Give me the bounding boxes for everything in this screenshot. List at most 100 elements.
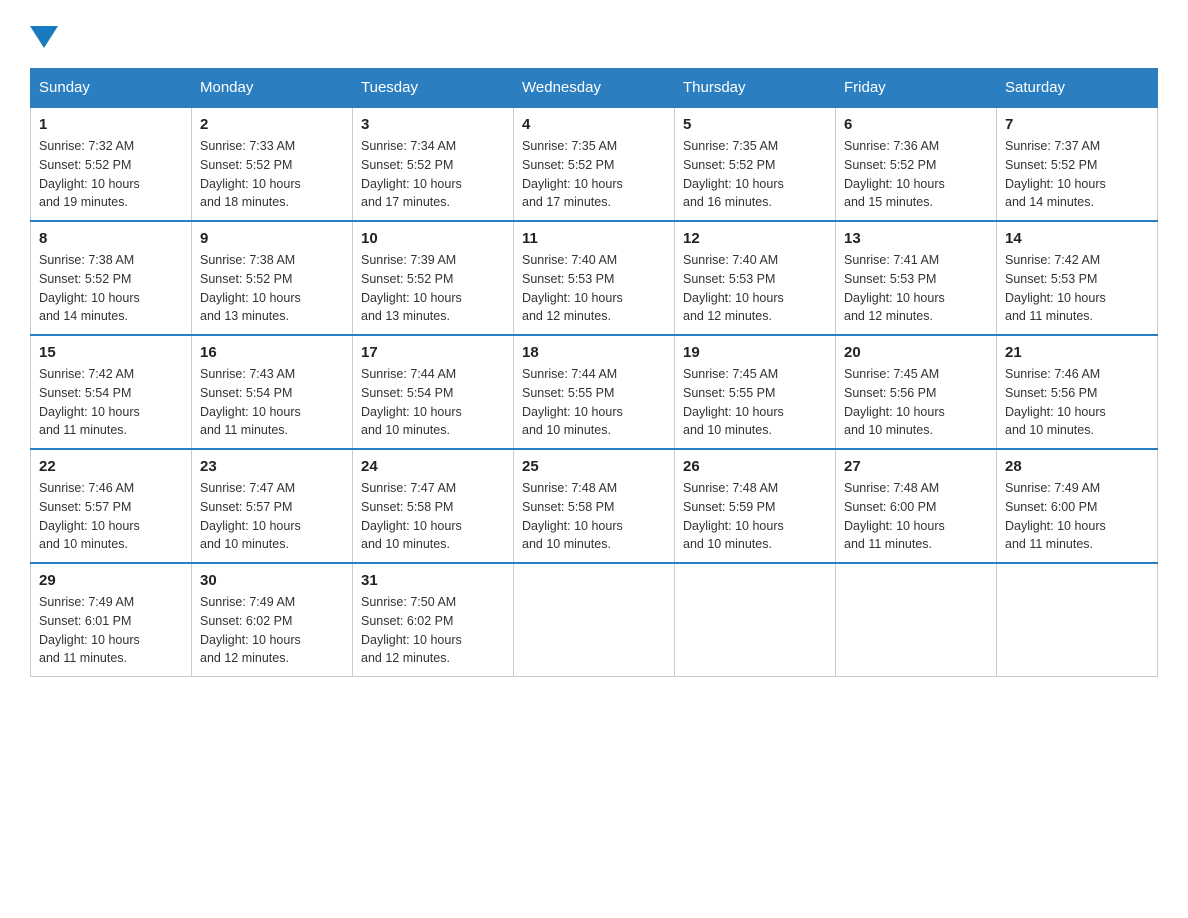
day-number: 9 <box>200 230 344 247</box>
column-header-wednesday: Wednesday <box>514 69 675 108</box>
calendar-cell: 19 Sunrise: 7:45 AMSunset: 5:55 PMDaylig… <box>675 335 836 449</box>
day-info: Sunrise: 7:50 AMSunset: 6:02 PMDaylight:… <box>361 595 462 665</box>
day-number: 11 <box>522 230 666 247</box>
day-number: 18 <box>522 344 666 361</box>
calendar-cell: 3 Sunrise: 7:34 AMSunset: 5:52 PMDayligh… <box>353 107 514 221</box>
day-number: 8 <box>39 230 183 247</box>
calendar-cell: 30 Sunrise: 7:49 AMSunset: 6:02 PMDaylig… <box>192 563 353 677</box>
calendar-cell: 12 Sunrise: 7:40 AMSunset: 5:53 PMDaylig… <box>675 221 836 335</box>
calendar-cell: 2 Sunrise: 7:33 AMSunset: 5:52 PMDayligh… <box>192 107 353 221</box>
day-number: 28 <box>1005 458 1149 475</box>
day-info: Sunrise: 7:33 AMSunset: 5:52 PMDaylight:… <box>200 139 301 209</box>
day-number: 7 <box>1005 116 1149 133</box>
day-info: Sunrise: 7:49 AMSunset: 6:01 PMDaylight:… <box>39 595 140 665</box>
day-number: 6 <box>844 116 988 133</box>
day-number: 19 <box>683 344 827 361</box>
calendar-cell: 16 Sunrise: 7:43 AMSunset: 5:54 PMDaylig… <box>192 335 353 449</box>
calendar-table: SundayMondayTuesdayWednesdayThursdayFrid… <box>30 68 1158 677</box>
day-number: 31 <box>361 572 505 589</box>
calendar-cell: 11 Sunrise: 7:40 AMSunset: 5:53 PMDaylig… <box>514 221 675 335</box>
calendar-cell <box>836 563 997 677</box>
day-info: Sunrise: 7:44 AMSunset: 5:54 PMDaylight:… <box>361 367 462 437</box>
day-info: Sunrise: 7:47 AMSunset: 5:57 PMDaylight:… <box>200 481 301 551</box>
calendar-cell: 7 Sunrise: 7:37 AMSunset: 5:52 PMDayligh… <box>997 107 1158 221</box>
day-number: 5 <box>683 116 827 133</box>
calendar-cell: 5 Sunrise: 7:35 AMSunset: 5:52 PMDayligh… <box>675 107 836 221</box>
calendar-cell: 8 Sunrise: 7:38 AMSunset: 5:52 PMDayligh… <box>31 221 192 335</box>
day-info: Sunrise: 7:45 AMSunset: 5:56 PMDaylight:… <box>844 367 945 437</box>
calendar-week-row: 8 Sunrise: 7:38 AMSunset: 5:52 PMDayligh… <box>31 221 1158 335</box>
column-header-thursday: Thursday <box>675 69 836 108</box>
day-info: Sunrise: 7:42 AMSunset: 5:54 PMDaylight:… <box>39 367 140 437</box>
calendar-cell: 4 Sunrise: 7:35 AMSunset: 5:52 PMDayligh… <box>514 107 675 221</box>
calendar-week-row: 29 Sunrise: 7:49 AMSunset: 6:01 PMDaylig… <box>31 563 1158 677</box>
calendar-cell <box>997 563 1158 677</box>
day-number: 4 <box>522 116 666 133</box>
day-info: Sunrise: 7:48 AMSunset: 6:00 PMDaylight:… <box>844 481 945 551</box>
calendar-cell: 26 Sunrise: 7:48 AMSunset: 5:59 PMDaylig… <box>675 449 836 563</box>
day-info: Sunrise: 7:35 AMSunset: 5:52 PMDaylight:… <box>683 139 784 209</box>
day-info: Sunrise: 7:40 AMSunset: 5:53 PMDaylight:… <box>683 253 784 323</box>
day-number: 16 <box>200 344 344 361</box>
calendar-week-row: 22 Sunrise: 7:46 AMSunset: 5:57 PMDaylig… <box>31 449 1158 563</box>
day-number: 25 <box>522 458 666 475</box>
day-number: 20 <box>844 344 988 361</box>
calendar-cell: 14 Sunrise: 7:42 AMSunset: 5:53 PMDaylig… <box>997 221 1158 335</box>
day-info: Sunrise: 7:39 AMSunset: 5:52 PMDaylight:… <box>361 253 462 323</box>
calendar-cell: 20 Sunrise: 7:45 AMSunset: 5:56 PMDaylig… <box>836 335 997 449</box>
day-info: Sunrise: 7:36 AMSunset: 5:52 PMDaylight:… <box>844 139 945 209</box>
day-number: 12 <box>683 230 827 247</box>
day-info: Sunrise: 7:46 AMSunset: 5:57 PMDaylight:… <box>39 481 140 551</box>
column-header-friday: Friday <box>836 69 997 108</box>
day-info: Sunrise: 7:35 AMSunset: 5:52 PMDaylight:… <box>522 139 623 209</box>
calendar-cell: 10 Sunrise: 7:39 AMSunset: 5:52 PMDaylig… <box>353 221 514 335</box>
day-number: 10 <box>361 230 505 247</box>
day-number: 1 <box>39 116 183 133</box>
day-info: Sunrise: 7:46 AMSunset: 5:56 PMDaylight:… <box>1005 367 1106 437</box>
calendar-cell: 24 Sunrise: 7:47 AMSunset: 5:58 PMDaylig… <box>353 449 514 563</box>
column-header-tuesday: Tuesday <box>353 69 514 108</box>
day-info: Sunrise: 7:43 AMSunset: 5:54 PMDaylight:… <box>200 367 301 437</box>
day-info: Sunrise: 7:44 AMSunset: 5:55 PMDaylight:… <box>522 367 623 437</box>
calendar-cell: 18 Sunrise: 7:44 AMSunset: 5:55 PMDaylig… <box>514 335 675 449</box>
calendar-cell: 1 Sunrise: 7:32 AMSunset: 5:52 PMDayligh… <box>31 107 192 221</box>
day-number: 24 <box>361 458 505 475</box>
day-info: Sunrise: 7:47 AMSunset: 5:58 PMDaylight:… <box>361 481 462 551</box>
day-info: Sunrise: 7:34 AMSunset: 5:52 PMDaylight:… <box>361 139 462 209</box>
day-info: Sunrise: 7:45 AMSunset: 5:55 PMDaylight:… <box>683 367 784 437</box>
calendar-cell: 6 Sunrise: 7:36 AMSunset: 5:52 PMDayligh… <box>836 107 997 221</box>
day-number: 30 <box>200 572 344 589</box>
day-number: 21 <box>1005 344 1149 361</box>
day-number: 29 <box>39 572 183 589</box>
day-info: Sunrise: 7:38 AMSunset: 5:52 PMDaylight:… <box>200 253 301 323</box>
calendar-cell: 21 Sunrise: 7:46 AMSunset: 5:56 PMDaylig… <box>997 335 1158 449</box>
day-info: Sunrise: 7:40 AMSunset: 5:53 PMDaylight:… <box>522 253 623 323</box>
calendar-cell: 15 Sunrise: 7:42 AMSunset: 5:54 PMDaylig… <box>31 335 192 449</box>
day-number: 27 <box>844 458 988 475</box>
day-number: 17 <box>361 344 505 361</box>
day-info: Sunrise: 7:41 AMSunset: 5:53 PMDaylight:… <box>844 253 945 323</box>
day-info: Sunrise: 7:42 AMSunset: 5:53 PMDaylight:… <box>1005 253 1106 323</box>
day-info: Sunrise: 7:38 AMSunset: 5:52 PMDaylight:… <box>39 253 140 323</box>
calendar-cell: 9 Sunrise: 7:38 AMSunset: 5:52 PMDayligh… <box>192 221 353 335</box>
column-header-sunday: Sunday <box>31 69 192 108</box>
day-number: 26 <box>683 458 827 475</box>
day-number: 14 <box>1005 230 1149 247</box>
calendar-cell: 13 Sunrise: 7:41 AMSunset: 5:53 PMDaylig… <box>836 221 997 335</box>
day-info: Sunrise: 7:49 AMSunset: 6:02 PMDaylight:… <box>200 595 301 665</box>
day-number: 23 <box>200 458 344 475</box>
day-number: 22 <box>39 458 183 475</box>
day-info: Sunrise: 7:48 AMSunset: 5:58 PMDaylight:… <box>522 481 623 551</box>
calendar-cell <box>675 563 836 677</box>
calendar-cell: 28 Sunrise: 7:49 AMSunset: 6:00 PMDaylig… <box>997 449 1158 563</box>
logo-triangle-icon <box>30 26 58 48</box>
day-number: 15 <box>39 344 183 361</box>
calendar-cell: 29 Sunrise: 7:49 AMSunset: 6:01 PMDaylig… <box>31 563 192 677</box>
page-header <box>30 20 1158 48</box>
calendar-cell: 23 Sunrise: 7:47 AMSunset: 5:57 PMDaylig… <box>192 449 353 563</box>
column-header-monday: Monday <box>192 69 353 108</box>
calendar-week-row: 1 Sunrise: 7:32 AMSunset: 5:52 PMDayligh… <box>31 107 1158 221</box>
calendar-week-row: 15 Sunrise: 7:42 AMSunset: 5:54 PMDaylig… <box>31 335 1158 449</box>
calendar-cell: 22 Sunrise: 7:46 AMSunset: 5:57 PMDaylig… <box>31 449 192 563</box>
calendar-cell: 27 Sunrise: 7:48 AMSunset: 6:00 PMDaylig… <box>836 449 997 563</box>
